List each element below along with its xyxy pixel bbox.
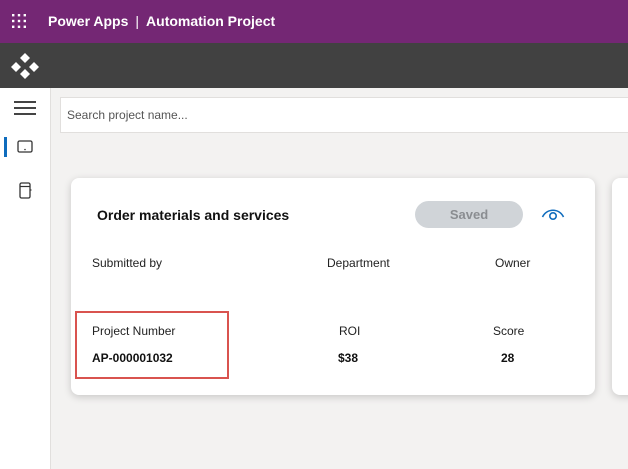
owner-label: Owner [495, 256, 531, 270]
eye-icon[interactable] [541, 206, 565, 222]
roi-label: ROI [339, 324, 361, 338]
search-project-input[interactable] [60, 97, 628, 133]
project-title: Automation Project [146, 13, 276, 29]
score-label: Score [493, 324, 525, 338]
score-value: 28 [501, 351, 515, 365]
roi-value: $38 [338, 351, 359, 365]
project-card-partial[interactable] [612, 178, 628, 395]
notebook-icon[interactable] [18, 182, 32, 200]
active-nav-indicator [4, 137, 7, 157]
project-number-highlight [75, 311, 229, 379]
header-separator: | [135, 13, 140, 29]
tablet-icon[interactable] [17, 140, 33, 154]
card-title: Order materials and services [97, 207, 290, 223]
header-title: Power Apps | Automation Project [48, 13, 275, 29]
app-name[interactable]: Power Apps [48, 13, 128, 29]
app-logo-icon [11, 53, 39, 79]
app-bar [0, 43, 628, 88]
hamburger-menu-icon[interactable] [14, 101, 36, 115]
department-label: Department [327, 256, 390, 270]
submitted-by-label: Submitted by [92, 256, 163, 270]
top-header: Power Apps | Automation Project [0, 0, 628, 43]
app-launcher-icon[interactable] [12, 14, 26, 28]
saved-button[interactable]: Saved [415, 201, 523, 228]
